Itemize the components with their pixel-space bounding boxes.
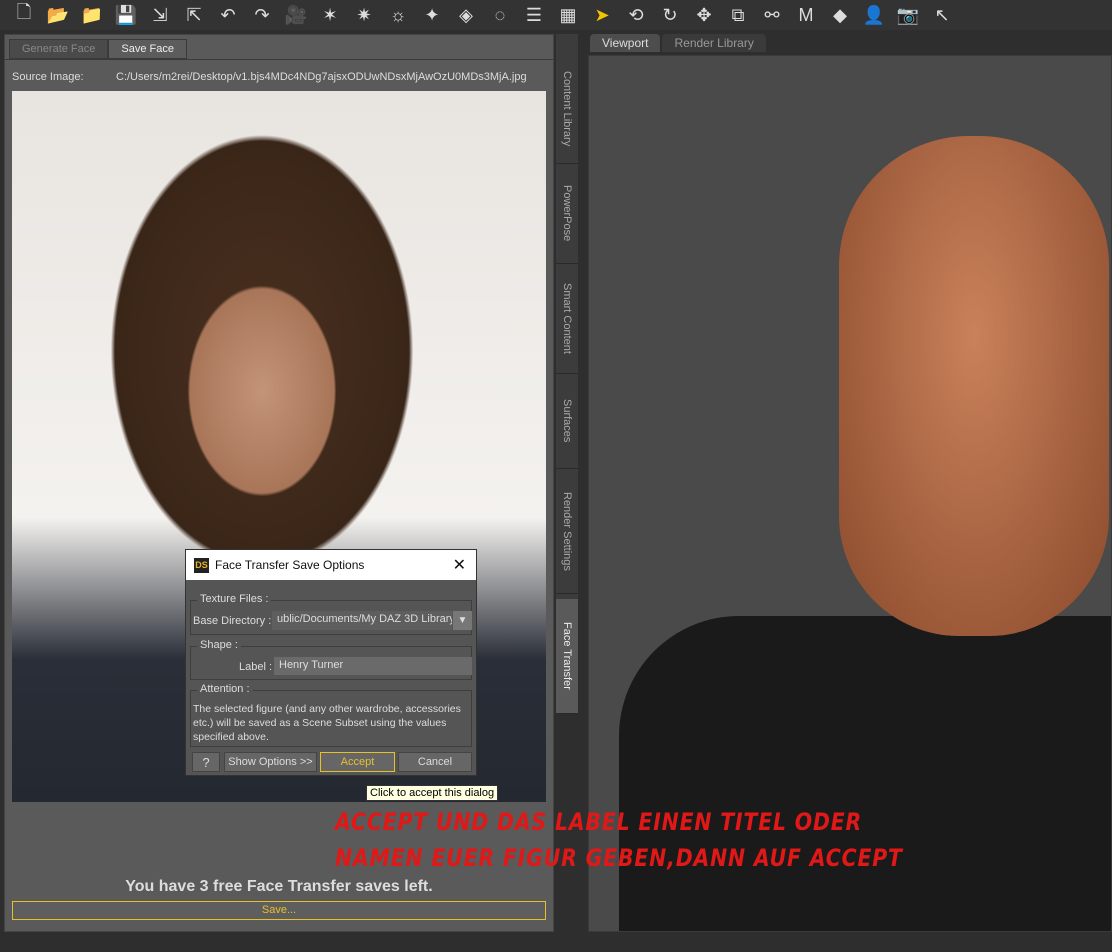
light-point-icon[interactable]: ✷ (350, 2, 378, 28)
tab-viewport[interactable]: Viewport (590, 34, 661, 52)
universal-tool-icon[interactable]: ⟲ (622, 2, 650, 28)
camera-icon[interactable]: 🎥 (282, 2, 310, 28)
figure-icon[interactable]: 👤 (860, 2, 888, 28)
open-icon[interactable]: 📂 (44, 2, 72, 28)
side-tab-render-settings[interactable]: Render Settings (556, 469, 578, 594)
chevron-down-icon[interactable]: ▼ (453, 611, 472, 630)
label-field-label: Label : (239, 661, 273, 673)
attention-label: Attention : (197, 683, 253, 695)
morph-icon[interactable]: M (792, 2, 820, 28)
light-linear-icon[interactable]: ✦ (418, 2, 446, 28)
redo-icon[interactable]: ↷ (248, 2, 276, 28)
label-input[interactable]: Henry Turner (274, 657, 472, 675)
light-spot-icon[interactable]: ✶ (316, 2, 344, 28)
dialog-title: Face Transfer Save Options (215, 558, 365, 572)
align-icon[interactable]: ☰ (520, 2, 548, 28)
joint-editor-icon[interactable]: ⚯ (758, 2, 786, 28)
source-image-label: Source Image: (12, 71, 84, 83)
new-file-icon[interactable]: 🗋 (10, 2, 38, 28)
surface-selector-icon[interactable]: ◆ (826, 2, 854, 28)
tab-generate-face[interactable]: Generate Face (9, 39, 109, 59)
help-icon: ? (202, 754, 210, 770)
show-options-button[interactable]: Show Options >> (224, 752, 317, 772)
undo-icon[interactable]: ↶ (214, 2, 242, 28)
open-recent-icon[interactable]: 📁 (78, 2, 106, 28)
shape-label: Shape : (197, 639, 241, 651)
source-image-row: Source Image: C:/Users/m2rei/Desktop/v1.… (12, 71, 527, 83)
base-directory-select[interactable]: ublic/Documents/My DAZ 3D Library (272, 611, 452, 630)
attention-text: The selected figure (and any other wardr… (193, 703, 461, 743)
saves-left-notice: You have 3 free Face Transfer saves left… (125, 878, 433, 895)
texture-files-group: Texture Files : Base Directory : ublic/D… (190, 593, 472, 635)
side-tab-surfaces[interactable]: Surfaces (556, 374, 578, 469)
import-icon[interactable]: ⇲ (146, 2, 174, 28)
render-icon[interactable]: ▦ (554, 2, 582, 28)
3d-viewport[interactable] (588, 55, 1112, 932)
texture-files-label: Texture Files : (197, 593, 272, 605)
base-directory-label: Base Directory : (193, 615, 272, 627)
accept-tooltip: Click to accept this dialog (366, 785, 499, 801)
side-tab-powerpose[interactable]: PowerPose (556, 164, 578, 264)
scale-icon[interactable]: ⧉ (724, 2, 752, 28)
bottom-bar (0, 935, 1112, 952)
shape-group: Shape : Label : Henry Turner (190, 639, 472, 680)
annotation-line-1: Accept und das Label einen Titel oder (335, 808, 863, 836)
save-button[interactable]: Save... (12, 901, 546, 920)
tab-divider (5, 59, 553, 60)
attention-group: Attention : The selected figure (and any… (190, 683, 472, 747)
face-transfer-save-dialog: DS Face Transfer Save Options ✕ Texture … (185, 549, 477, 776)
side-tab-content-library[interactable]: Content Library (556, 54, 578, 164)
tab-save-face[interactable]: Save Face (108, 39, 187, 59)
translate-icon[interactable]: ✥ (690, 2, 718, 28)
annotation-line-2: Namen euer Figur geben,dann auf Accept (335, 844, 903, 872)
cancel-button[interactable]: Cancel (398, 752, 472, 772)
side-tab-strip: Content Library PowerPose Smart Content … (556, 34, 578, 714)
side-tab-face-transfer[interactable]: Face Transfer (556, 599, 578, 714)
dialog-titlebar: DS Face Transfer Save Options ✕ (186, 550, 476, 580)
light-distant-icon[interactable]: ☼ (384, 2, 412, 28)
tab-render-library[interactable]: Render Library (662, 34, 766, 52)
main-toolbar: 🗋 📂 📁 💾 ⇲ ⇱ ↶ ↷ 🎥 ✶ ✷ ☼ ✦ ◈ ◌ ☰ ▦ ➤ ⟲ ↻ ✥ ⧉ ⚯ M ◆ 👤 📷 ↖ (0, 0, 1112, 30)
daz-logo-icon: DS (194, 557, 209, 573)
source-image-path: C:/Users/m2rei/Desktop/v1.bjs4MDc4NDg7aj… (116, 71, 527, 83)
pointer-icon[interactable]: ↖ (928, 2, 956, 28)
save-icon[interactable]: 💾 (112, 2, 140, 28)
camera-render-icon[interactable]: 📷 (894, 2, 922, 28)
export-icon[interactable]: ⇱ (180, 2, 208, 28)
help-button[interactable]: ? (192, 752, 220, 772)
spotlight-add-icon[interactable]: ◈ (452, 2, 480, 28)
3d-figure-head (839, 136, 1109, 636)
side-tab-smart-content[interactable]: Smart Content (556, 264, 578, 374)
close-icon[interactable]: ✕ (453, 555, 466, 575)
rotate-icon[interactable]: ↻ (656, 2, 684, 28)
select-icon[interactable]: ➤ (588, 2, 616, 28)
node-select-icon[interactable]: ◌ (486, 2, 514, 28)
accept-button[interactable]: Accept (320, 752, 395, 772)
figure-shirt (619, 616, 1111, 931)
